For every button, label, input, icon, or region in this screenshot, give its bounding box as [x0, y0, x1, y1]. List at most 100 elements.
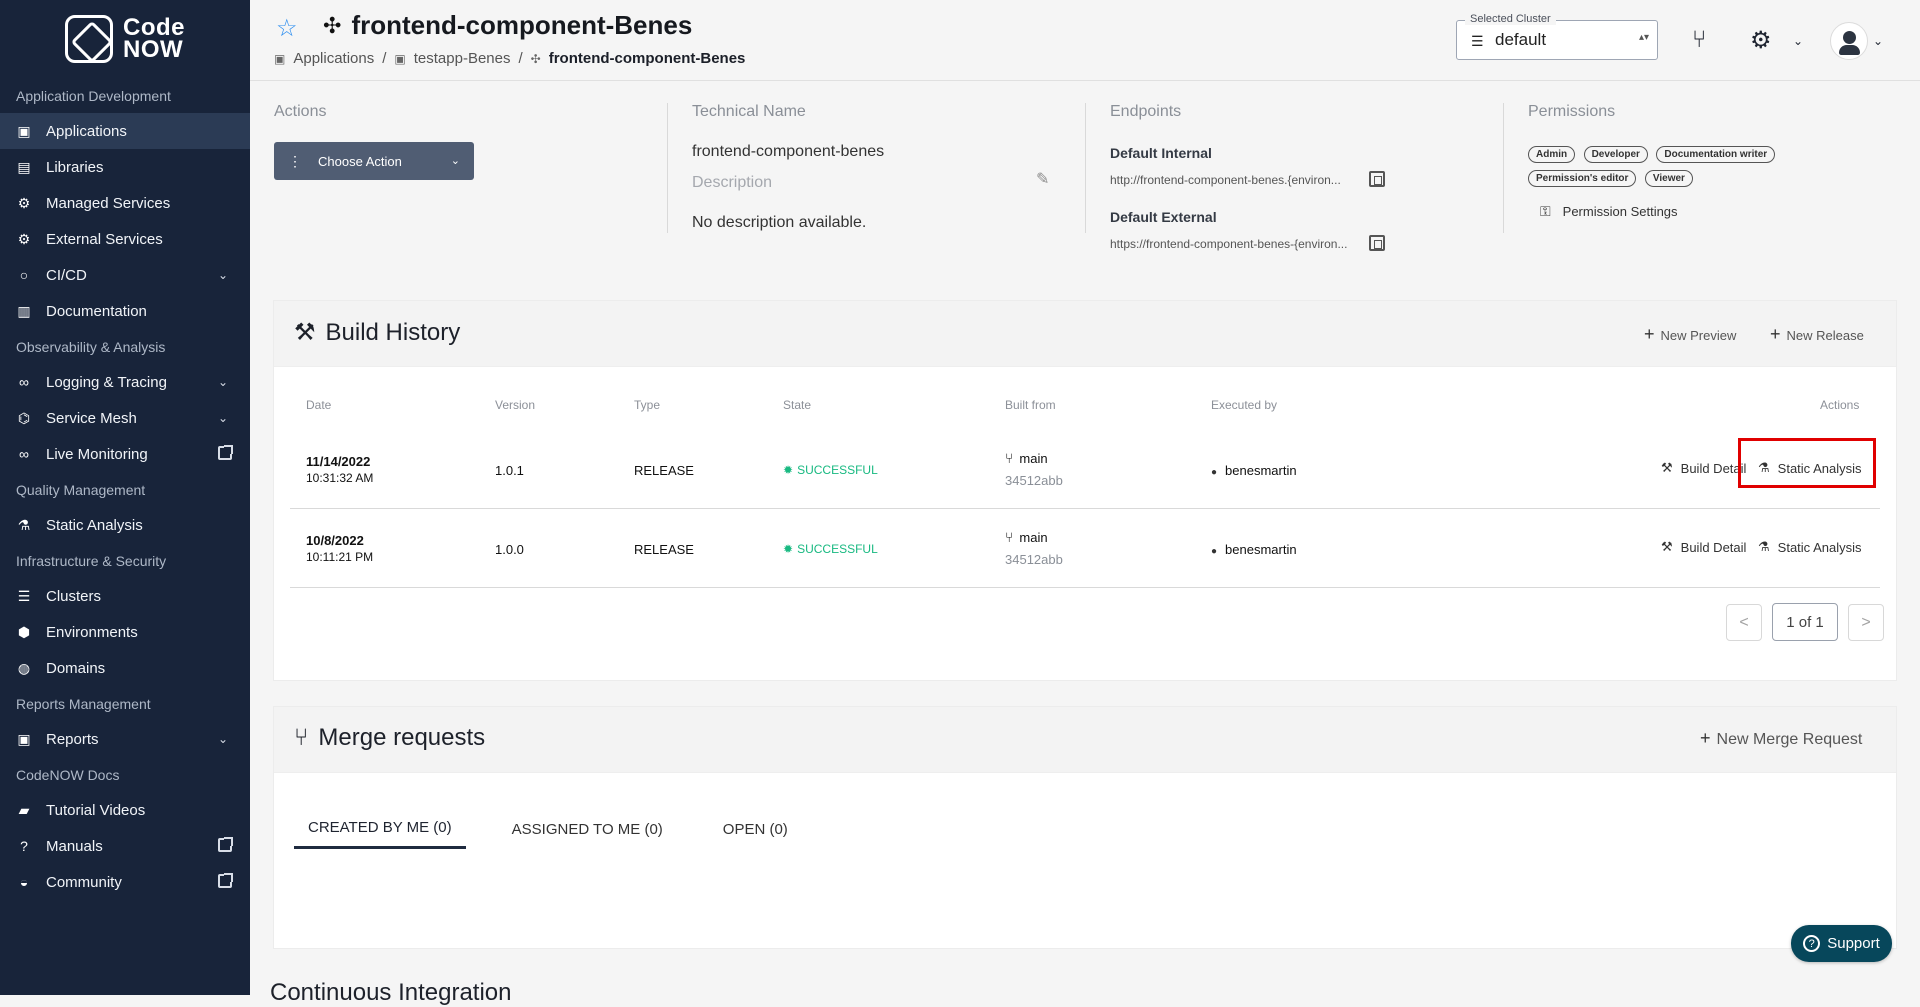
- column-version: Version: [495, 398, 536, 412]
- column-executed-by: Executed by: [1211, 398, 1278, 412]
- plus-icon: +: [1700, 728, 1711, 748]
- sidebar-item-label: Service Mesh: [46, 409, 137, 427]
- copy-icon[interactable]: [1369, 235, 1385, 251]
- copy-icon[interactable]: [1369, 171, 1385, 187]
- page-title: frontend-component-Benes: [351, 10, 693, 40]
- chevron-down-icon[interactable]: ⌄: [1873, 34, 1883, 48]
- sidebar-item-tutorial-videos[interactable]: ▰ Tutorial Videos: [0, 792, 250, 828]
- executed-by-name: benesmartin: [1225, 542, 1297, 557]
- binoculars-icon: ∞: [19, 374, 29, 390]
- role-chip-viewer: Viewer: [1644, 170, 1693, 187]
- sidebar-item-documentation[interactable]: ▥ Documentation: [0, 293, 250, 329]
- build-type: RELEASE: [634, 542, 694, 557]
- sidebar-item-label: Community: [46, 873, 122, 891]
- sidebar-item-manuals[interactable]: ? Manuals: [0, 828, 250, 864]
- merge-requests-card: ⑂ Merge requests + New Merge Request CREA…: [274, 707, 1896, 948]
- sidebar-item-domains[interactable]: ◍ Domains: [0, 650, 250, 686]
- sidebar-item-label: Environments: [46, 623, 138, 641]
- new-merge-request-button[interactable]: + New Merge Request: [1700, 728, 1862, 749]
- external-link-icon: [218, 837, 233, 852]
- video-icon: ▰: [18, 801, 30, 818]
- merge-request-icon[interactable]: ⑂: [1692, 26, 1706, 54]
- built-from: ⑂ main 34512abb: [1005, 450, 1063, 488]
- tab-created-by-me[interactable]: CREATED BY ME (0): [294, 809, 466, 849]
- selected-cluster-label: Selected Cluster: [1465, 13, 1556, 25]
- cube-icon: ⬢: [17, 623, 31, 640]
- merge-requests-header: ⑂ Merge requests + New Merge Request: [274, 707, 1896, 773]
- sidebar-item-service-mesh[interactable]: ⌬ Service Mesh ⌄: [0, 400, 250, 436]
- selected-cluster-select[interactable]: Selected Cluster ☰ default ▴▾: [1456, 13, 1658, 60]
- permissions-column: Permissions Admin Developer Documentatio…: [1504, 103, 1896, 233]
- chevron-down-icon[interactable]: ⌄: [1793, 34, 1803, 48]
- new-preview-label: New Preview: [1660, 328, 1737, 343]
- technical-name-value: frontend-component-benes: [692, 143, 885, 160]
- sidebar-item-label: Tutorial Videos: [46, 801, 146, 819]
- default-internal-url: http://frontend-component-benes.{environ…: [1110, 173, 1341, 187]
- sidebar-item-clusters[interactable]: ☰ Clusters: [0, 578, 250, 614]
- build-detail-button[interactable]: ⚒ Build Detail: [1661, 539, 1746, 555]
- support-button[interactable]: ? Support: [1791, 925, 1892, 962]
- sidebar-section-reports-management: Reports Management: [16, 695, 151, 712]
- sidebar-item-managed-services[interactable]: ⚙ Managed Services: [0, 185, 250, 221]
- sidebar-item-static-analysis[interactable]: ⚗ Static Analysis: [0, 507, 250, 543]
- sidebar-item-reports[interactable]: ▣ Reports ⌄: [0, 721, 250, 757]
- hammer-icon: ⚒: [294, 319, 316, 346]
- permissions-label: Permissions: [1528, 103, 1616, 120]
- tab-open[interactable]: OPEN (0): [709, 809, 802, 849]
- chevron-down-icon: ⌄: [217, 732, 228, 746]
- build-history-header: ⚒ Build History + New Preview + New Releas…: [274, 301, 1896, 367]
- favorite-star-icon[interactable]: ☆: [276, 14, 298, 43]
- build-date-value: 10/8/2022: [306, 533, 364, 548]
- sidebar-item-logging-tracing[interactable]: ∞ Logging & Tracing ⌄: [0, 364, 250, 400]
- column-state: State: [783, 398, 812, 412]
- puzzle-icon: ✣: [323, 12, 342, 38]
- codenow-logo[interactable]: Code NOW: [0, 0, 250, 78]
- list-icon: ☰: [17, 587, 31, 604]
- network-icon: ⌬: [17, 409, 31, 426]
- choose-action-button[interactable]: ⋮ Choose Action ⌄: [274, 142, 474, 180]
- selected-cluster-value: default: [1495, 30, 1547, 49]
- merge-request-icon: ⑂: [294, 724, 309, 751]
- previous-page-button[interactable]: <: [1726, 604, 1762, 641]
- component-info: Actions ⋮ Choose Action ⌄ Technical Name…: [274, 103, 1896, 251]
- executed-by: ● benesmartin: [1211, 542, 1297, 557]
- next-page-button[interactable]: >: [1848, 604, 1884, 641]
- tab-assigned-to-me[interactable]: ASSIGNED TO ME (0): [498, 809, 677, 849]
- sidebar-item-external-services[interactable]: ⚙ External Services: [0, 221, 250, 257]
- report-icon: ▣: [17, 730, 31, 747]
- monitor-icon: ▣: [17, 122, 31, 139]
- column-date: Date: [306, 398, 332, 412]
- breadcrumb-separator: /: [518, 50, 523, 67]
- sidebar-item-label: Clusters: [46, 587, 102, 605]
- sidebar-item-ci-cd[interactable]: ○ CI/CD ⌄: [0, 257, 250, 293]
- avatar[interactable]: [1830, 22, 1868, 60]
- page-indicator: 1 of 1: [1772, 603, 1838, 641]
- static-analysis-button[interactable]: ⚗ Static Analysis: [1758, 539, 1861, 555]
- breadcrumb-testapp[interactable]: testapp-Benes: [414, 50, 511, 67]
- new-preview-button[interactable]: + New Preview: [1644, 324, 1736, 345]
- technical-name-label: Technical Name: [692, 103, 806, 120]
- sidebar-item-libraries[interactable]: ▤ Libraries: [0, 149, 250, 185]
- sidebar-item-environments[interactable]: ⬢ Environments: [0, 614, 250, 650]
- sidebar-section-infrastructure-security: Infrastructure & Security: [16, 552, 167, 569]
- build-detail-button[interactable]: ⚒ Build Detail: [1661, 460, 1746, 476]
- continuous-integration-title: Continuous Integration: [270, 979, 512, 1006]
- sidebar-item-live-monitoring[interactable]: ∞ Live Monitoring: [0, 436, 250, 472]
- sidebar-section-codenow-docs: CodeNOW Docs: [16, 766, 120, 783]
- built-from: ⑂ main 34512abb: [1005, 529, 1063, 567]
- sidebar-item-community[interactable]: ◒ Community: [0, 864, 250, 900]
- default-internal-title: Default Internal: [1110, 145, 1212, 161]
- technical-column: Technical Name frontend-component-benes …: [668, 103, 1086, 233]
- sidebar-item-label: Applications: [46, 122, 127, 140]
- new-release-button[interactable]: + New Release: [1770, 324, 1864, 345]
- executed-by: ● benesmartin: [1211, 463, 1297, 478]
- sidebar-item-applications[interactable]: ▣ Applications: [0, 113, 250, 149]
- gear-icon[interactable]: ⚙: [1750, 26, 1772, 55]
- codenow-logo-icon: [65, 15, 113, 63]
- breadcrumb-applications[interactable]: Applications: [293, 50, 374, 67]
- edit-pencil-icon[interactable]: ✎: [1036, 169, 1049, 189]
- breadcrumb-separator: /: [382, 50, 387, 67]
- actions-column: Actions ⋮ Choose Action ⌄: [274, 103, 668, 233]
- column-built-from: Built from: [1005, 398, 1056, 412]
- permission-settings-link[interactable]: ⚿ Permission Settings: [1540, 203, 1678, 220]
